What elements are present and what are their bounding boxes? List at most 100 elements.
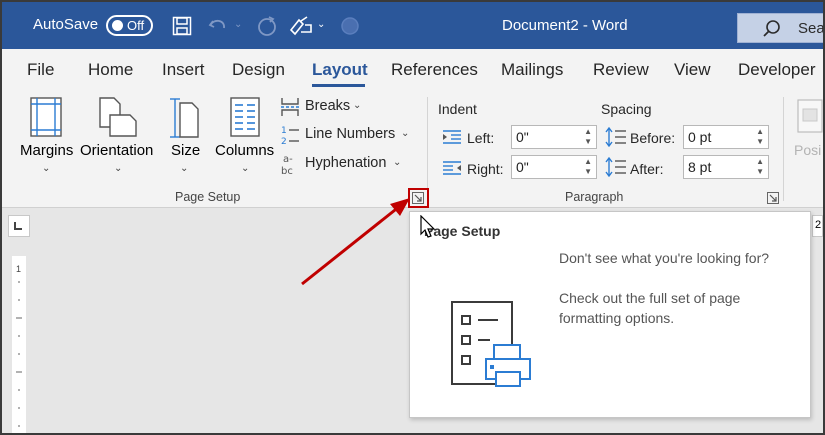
indent-right-input[interactable]: 0" ▲ ▼ [511,155,597,179]
orientation-chevron-icon: ⌄ [114,163,123,174]
undo-chevron-icon[interactable]: ⌄ [234,19,242,30]
indent-right-label: Right: [467,161,504,177]
tab-layout[interactable]: Layout [312,60,368,80]
redo-icon[interactable] [255,14,279,38]
vertical-ruler[interactable]: 1 [12,256,26,433]
document-title: Document2 - Word [502,17,628,34]
customize-qat-chevron-icon[interactable]: ⌄ [317,19,325,30]
indent-heading: Indent [438,101,477,117]
title-bar: AutoSave Off ⌄ ⌄ Document2 - Word Sea [2,2,823,49]
line-numbers-button[interactable]: 1 2 Line Numbers ⌄ [280,124,412,146]
vruler-number: 1 [16,264,22,274]
size-button[interactable]: Size ⌄ [162,97,208,181]
margins-button[interactable]: Margins ⌄ [16,97,78,181]
quick-access-tool-icon[interactable] [289,15,315,37]
svg-text:bc: bc [281,166,293,176]
save-icon[interactable] [172,16,192,36]
hyphenation-chevron-icon: ⌄ [393,157,402,168]
spacing-before-value: 0 pt [688,129,712,145]
size-label: Size [171,142,201,159]
spacing-heading: Spacing [601,101,652,117]
indent-left-label: Left: [467,130,495,146]
spacing-after-value: 8 pt [688,159,712,175]
breaks-label: Breaks [305,98,351,114]
ribbon-tabs: File Home Insert Design Layout Reference… [2,49,823,89]
position-label: Posi [794,142,822,158]
size-chevron-icon: ⌄ [180,163,189,174]
search-box[interactable]: Sea [737,13,825,43]
margins-icon [30,97,62,137]
tab-design[interactable]: Design [232,60,285,80]
margins-chevron-icon: ⌄ [42,163,51,174]
autosave-label: AutoSave [33,16,99,33]
orientation-label: Orientation [80,142,154,159]
indent-right-icon [443,161,461,175]
margins-label: Margins [20,142,74,159]
paragraph-group-label: Paragraph [565,190,624,204]
breaks-icon [281,98,299,116]
indent-right-value: 0" [516,159,529,175]
tab-selector[interactable] [8,215,30,237]
spacing-before-icon [605,127,626,147]
columns-button[interactable]: Columns ⌄ [212,97,276,181]
horizontal-ruler-edge: 2 [812,215,823,237]
search-placeholder: Sea [798,20,825,37]
tab-view[interactable]: View [674,60,711,80]
paragraph-dialog-launcher-icon[interactable] [767,192,779,204]
columns-chevron-icon: ⌄ [241,163,250,174]
spacing-before-label: Before: [630,130,676,146]
tab-file[interactable]: File [27,60,54,80]
touch-mode-icon[interactable] [340,16,360,36]
tab-developer[interactable]: Developer [738,60,816,80]
columns-label: Columns [215,142,275,159]
indent-left-input[interactable]: 0" ▲ ▼ [511,125,597,149]
hyphenation-button[interactable]: a- bc Hyphenation ⌄ [280,152,408,176]
line-numbers-icon: 1 2 [281,126,299,146]
breaks-button[interactable]: Breaks ⌄ [280,96,364,118]
ruler-number: 2 [815,219,822,231]
tooltip-line2: Check out the full set of page formattin… [559,290,741,326]
group-separator [427,97,428,201]
active-tab-indicator [312,84,365,87]
hyphenation-label: Hyphenation [305,155,387,171]
line-numbers-chevron-icon: ⌄ [401,128,410,139]
annotation-arrow [301,198,410,286]
spacing-before-input[interactable]: 0 pt ▲ ▼ [683,125,769,149]
indent-left-spinner-icon[interactable]: ▲ ▼ [584,127,592,147]
group-separator [783,97,784,201]
orientation-button[interactable]: Orientation ⌄ [78,97,158,181]
search-icon [763,20,780,37]
svg-text:a-: a- [283,154,293,165]
tab-insert[interactable]: Insert [162,60,205,80]
tooltip-line1: Don't see what you're looking for? [559,250,770,266]
word-window: AutoSave Off ⌄ ⌄ Document2 - Word Sea Fi… [0,0,825,435]
hyphenation-icon: a- bc [281,154,293,176]
tab-mailings[interactable]: Mailings [501,60,563,80]
orientation-icon [99,97,137,137]
tab-review[interactable]: Review [593,60,649,80]
autosave-toggle[interactable]: Off [106,15,153,36]
spacing-before-spinner-icon[interactable]: ▲ ▼ [756,127,764,147]
indent-left-icon [443,130,461,144]
columns-icon [230,97,260,137]
indent-right-spinner-icon[interactable]: ▲ ▼ [584,157,592,177]
spacing-after-icon [605,157,626,177]
page-setup-illustration-icon [451,301,531,387]
toggle-knob [112,20,123,31]
breaks-chevron-icon: ⌄ [353,100,362,111]
spacing-after-label: After: [630,161,664,177]
spacing-after-input[interactable]: 8 pt ▲ ▼ [683,155,769,179]
autosave-state: Off [127,18,145,33]
page-setup-group-label: Page Setup [175,190,241,204]
tab-home[interactable]: Home [88,60,133,80]
indent-left-value: 0" [516,129,529,145]
position-icon[interactable] [797,99,823,133]
svg-text:2: 2 [281,137,287,146]
svg-text:1: 1 [281,126,287,136]
tab-references[interactable]: References [391,60,478,80]
spacing-after-spinner-icon[interactable]: ▲ ▼ [756,157,764,177]
undo-icon[interactable] [207,15,229,37]
page-setup-tooltip: Page Setup Don't see what you're looking… [409,211,811,418]
line-numbers-label: Line Numbers [305,126,396,142]
mouse-cursor-icon [420,215,436,238]
